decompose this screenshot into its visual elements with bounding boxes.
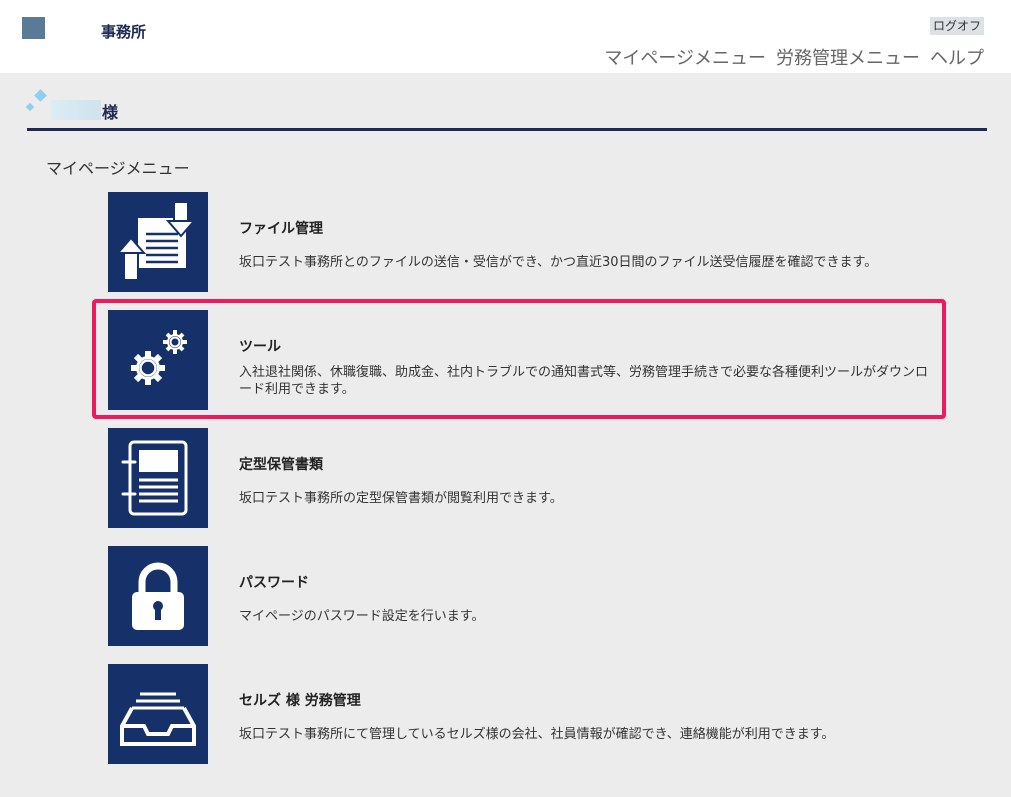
menu-item-stored-documents[interactable]: 定型保管書類 坂口テスト事務所の定型保管書類が閲覧利用できます。: [108, 428, 938, 528]
nav-labor-management-menu[interactable]: 労務管理メニュー: [776, 44, 920, 70]
padlock-icon[interactable]: [108, 546, 208, 646]
user-honorific: 様: [102, 103, 119, 122]
user-heading: 様: [25, 88, 987, 131]
office-name: 事務所: [101, 23, 147, 41]
section-title: マイページメニュー: [46, 159, 190, 178]
menu-item-tools[interactable]: ツール 入社退社関係、休職復職、助成金、社内トラブルでの通知書式等、労務管理手続…: [108, 310, 938, 410]
logo-redacted: [47, 17, 99, 39]
gears-icon[interactable]: [108, 310, 208, 410]
menu-title[interactable]: パスワード: [239, 572, 309, 592]
menu-title[interactable]: セルズ 様 労務管理: [239, 690, 361, 710]
file-transfer-icon[interactable]: [108, 192, 208, 292]
logout-button[interactable]: ログオフ: [929, 17, 984, 35]
menu-title[interactable]: 定型保管書類: [239, 454, 323, 474]
inbox-tray-icon[interactable]: [108, 664, 208, 764]
menu-description: 坂口テスト事務所とのファイルの送信・受信ができ、かつ直近30日間のファイル送受信…: [239, 255, 878, 270]
menu-description: 坂口テスト事務所の定型保管書類が閲覧利用できます。: [239, 491, 563, 506]
document-binder-icon[interactable]: [108, 428, 208, 528]
nav-mypage-menu[interactable]: マイページメニュー: [604, 44, 766, 70]
diamond-icon: [34, 89, 47, 102]
menu-item-password[interactable]: パスワード マイページのパスワード設定を行います。: [108, 546, 938, 646]
diamond-icon: [25, 102, 35, 112]
logo: [22, 17, 45, 39]
user-name-redacted: [51, 100, 101, 120]
nav-help[interactable]: ヘルプ: [930, 44, 984, 70]
menu-item-file-management[interactable]: ファイル管理 坂口テスト事務所とのファイルの送信・受信ができ、かつ直近30日間の…: [108, 192, 938, 292]
top-navigation: マイページメニュー 労務管理メニュー ヘルプ: [604, 44, 984, 70]
header: 事務所 ログオフ マイページメニュー 労務管理メニュー ヘルプ: [0, 0, 1011, 73]
menu-description: マイページのパスワード設定を行います。: [239, 609, 485, 624]
menu-item-client-labor-management[interactable]: セルズ 様 労務管理 坂口テスト事務所にて管理しているセルズ様の会社、社員情報が…: [108, 664, 938, 764]
menu-description: 坂口テスト事務所にて管理しているセルズ様の会社、社員情報が確認でき、連絡機能が利…: [239, 727, 835, 742]
menu-title[interactable]: ファイル管理: [239, 218, 323, 238]
menu-title[interactable]: ツール: [239, 336, 281, 356]
menu-description: 入社退社関係、休職復職、助成金、社内トラブルでの通知書式等、労務管理手続きで必要…: [239, 365, 929, 397]
